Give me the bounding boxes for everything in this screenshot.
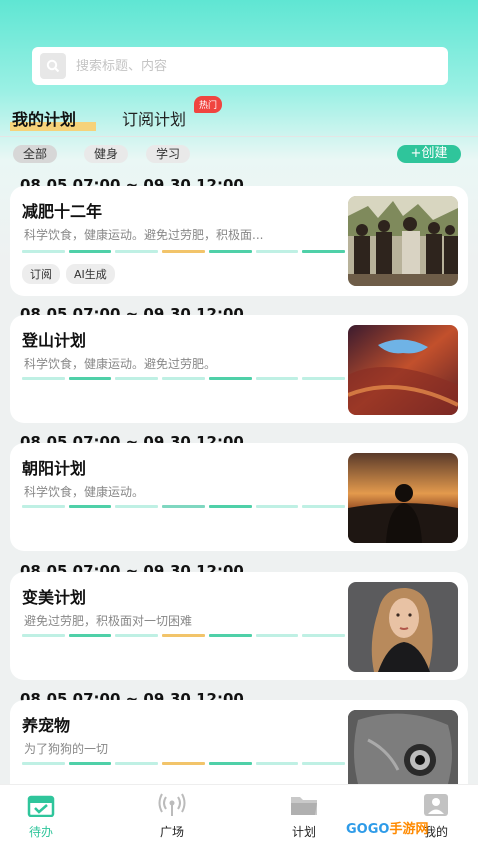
plan-desc: 科学饮食，健康运动。避免过劳肥。 [24,357,217,371]
watermark-logo: GOGO手游网 [346,818,428,837]
chip-study[interactable]: 学习 [146,145,191,163]
plan-title: 登山计划 [22,331,87,350]
progress-segments [22,377,346,380]
search-input[interactable] [76,58,396,74]
folder-icon [289,793,319,817]
broadcast-icon [157,793,187,817]
group-of-people-photo [348,196,458,286]
plan-card[interactable]: 变美计划 避免过劳肥，积极面对一切困难 [10,572,468,680]
chip-all[interactable]: 全部 [13,145,58,163]
tab-label: 订阅计划 [122,110,187,129]
calendar-icon [26,793,56,818]
plan-desc: 科学饮食，健康运动。避免过劳肥，积极面... [24,228,264,242]
profile-icon [421,793,451,817]
plan-title: 变美计划 [22,588,87,607]
canyon-rock-photo [348,325,458,415]
tag-ai-generated: AI生成 [66,264,115,284]
tab-subscribed-plans[interactable]: 订阅计划 [122,106,186,130]
nav-todo[interactable]: 待办 [11,793,71,840]
nav-label: 广场 [159,825,184,839]
progress-segments [22,505,346,508]
watermark-text-a: GOGO [346,822,390,837]
plan-card[interactable]: 朝阳计划 科学饮食，健康运动。 [10,443,468,551]
search-icon [40,53,66,79]
watermark-text-b: 手游网 [389,822,429,837]
search-bar[interactable] [32,47,448,85]
sunset-silhouette-photo [348,453,458,543]
plan-tabs: 我的计划 订阅计划 [0,96,478,136]
portrait-woman-photo [348,582,458,672]
tag-subscribed: 订阅 [22,264,60,284]
nav-label: 待办 [28,825,53,839]
progress-segments [22,762,346,765]
tab-label: 我的计划 [12,110,77,129]
tab-my-plans[interactable]: 我的计划 [10,106,96,131]
plan-card[interactable]: 登山计划 科学饮食，健康运动。避免过劳肥。 [10,315,468,423]
progress-segments [22,634,346,637]
divider [0,136,478,137]
create-button[interactable]: +创建 [397,145,461,163]
plan-title: 减肥十二年 [22,202,103,221]
plan-title: 养宠物 [22,716,71,735]
chip-fitness[interactable]: 健身 [84,145,129,163]
plan-desc: 科学饮食，健康运动。 [24,485,145,499]
nav-plans[interactable]: 计划 [274,793,334,840]
nav-label: 计划 [291,825,316,839]
plan-card[interactable]: 减肥十二年 科学饮食，健康运动。避免过劳肥，积极面... 订阅 AI生成 [10,186,468,296]
plan-desc: 为了狗狗的一切 [24,742,109,756]
plan-title: 朝阳计划 [22,459,87,478]
hot-badge: 热门 [194,96,223,113]
bottom-nav: 待办 广场 计划 我的 [0,784,478,850]
plan-tags: 订阅 AI生成 [22,264,115,284]
plan-desc: 避免过劳肥，积极面对一切困难 [24,614,193,628]
nav-square[interactable]: 广场 [142,793,202,840]
progress-segments [22,250,346,253]
